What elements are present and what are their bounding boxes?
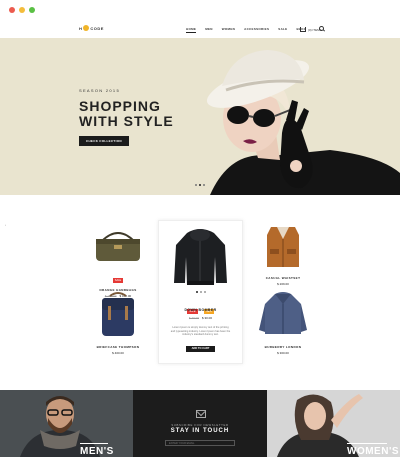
product-card-waistset[interactable]: CASUAL WAISTSET $ 209.00 bbox=[253, 223, 313, 286]
hero-banner: SEASON 2015 SHOPPING WITH STYLE CHECK CO… bbox=[0, 38, 400, 195]
divider bbox=[347, 443, 387, 444]
logo-text-left: H bbox=[79, 25, 83, 31]
minimize-window-button[interactable] bbox=[19, 7, 25, 13]
product-card-burberry[interactable]: BURBERRY LONDON $ 300.00 bbox=[253, 290, 313, 355]
carousel-dot[interactable] bbox=[200, 291, 202, 293]
newsletter-panel: SUBSCRIBE FOR NEWSLETTER STAY IN TOUCH E… bbox=[133, 390, 267, 457]
carousel-dot[interactable] bbox=[204, 291, 206, 293]
product-name[interactable]: CASUAL WAISTSET bbox=[253, 276, 313, 280]
womens-banner[interactable]: WOMEN'S bbox=[267, 390, 400, 457]
email-input[interactable]: ENTER YOUR EMAIL bbox=[165, 440, 235, 446]
newsletter-subtitle: SUBSCRIBE FOR NEWSLETTER bbox=[171, 423, 229, 427]
nav-item-men[interactable]: MEN bbox=[205, 27, 213, 33]
browser-window: H CODE HOME MEN WOMEN ACCESSORIES SALE B… bbox=[0, 0, 400, 457]
logo-text-right: CODE bbox=[90, 25, 104, 31]
search-icon[interactable] bbox=[319, 26, 324, 31]
envelope-icon bbox=[196, 410, 206, 418]
current-price: $ 30.00 bbox=[202, 316, 213, 320]
womens-label[interactable]: WOMEN'S bbox=[347, 446, 399, 457]
bottom-banners: MEN'S SUBSCRIBE FOR NEWSLETTER STAY IN T… bbox=[0, 390, 400, 457]
nav-item-home[interactable]: HOME bbox=[186, 27, 197, 33]
hero-headline-line-2: WITH STYLE bbox=[79, 113, 174, 129]
add-to-cart-button[interactable]: ADD TO CART bbox=[186, 346, 215, 352]
main-nav: HOME MEN WOMEN ACCESSORIES SALE BLOG bbox=[186, 27, 315, 33]
product-image-jacket bbox=[259, 292, 307, 334]
hero-season: SEASON 2015 bbox=[79, 88, 120, 93]
hero-slider-pager bbox=[195, 184, 205, 186]
slider-dot[interactable] bbox=[195, 184, 197, 186]
product-card-handbag[interactable]: SALE ORANGE HANDBAGS $ 150.00 $ 100.00 bbox=[88, 225, 148, 298]
product-image-backpack bbox=[102, 292, 134, 336]
site-logo[interactable]: H CODE bbox=[79, 25, 104, 31]
carousel-dot-active[interactable] bbox=[196, 291, 198, 293]
nav-item-women[interactable]: WOMEN bbox=[222, 27, 235, 33]
mens-label[interactable]: MEN'S bbox=[80, 446, 114, 457]
mens-banner[interactable]: MEN'S bbox=[0, 390, 133, 457]
shopping-bag-icon bbox=[300, 27, 306, 32]
featured-product-card[interactable]: SALE NEW DOWN BOMBER Lorem Ipsum is simp… bbox=[158, 220, 243, 364]
section-marker: • bbox=[5, 223, 7, 227]
hero-copy: SEASON 2015 SHOPPING WITH STYLE CHECK CO… bbox=[79, 88, 174, 147]
divider bbox=[80, 443, 108, 444]
slider-dot[interactable] bbox=[203, 184, 205, 186]
close-window-button[interactable] bbox=[9, 7, 15, 13]
products-section: • SALE ORANGE HANDBAGS $ 150.00$ 100.00 bbox=[0, 195, 400, 390]
product-name[interactable]: BURBERRY LONDON bbox=[253, 345, 313, 349]
maximize-window-button[interactable] bbox=[29, 7, 35, 13]
newsletter-title: STAY IN TOUCH bbox=[170, 428, 230, 434]
current-price: $ 400.00 bbox=[112, 351, 124, 355]
slider-dot-active[interactable] bbox=[199, 184, 201, 186]
featured-product-description: Lorem Ipsum is simply dummy text of the … bbox=[170, 326, 231, 337]
sale-badge: SALE bbox=[112, 278, 124, 283]
check-collection-button[interactable]: CHECK COLLECTION bbox=[79, 136, 129, 146]
product-image-vest bbox=[267, 227, 299, 267]
site-header: H CODE HOME MEN WOMEN ACCESSORIES SALE B… bbox=[0, 20, 400, 38]
featured-product-price: $ 40.00 $ 30.00 bbox=[159, 316, 242, 320]
product-card-briefcase[interactable]: BRIEFCASE THOMPSON $ 400.00 bbox=[88, 290, 148, 355]
window-titlebar bbox=[0, 0, 400, 20]
current-price: $ 300.00 bbox=[277, 351, 289, 355]
logo-circle-icon bbox=[83, 25, 90, 31]
product-image-bomber bbox=[174, 229, 227, 285]
hero-headline: SHOPPING WITH STYLE bbox=[79, 99, 174, 129]
hero-headline-line-1: SHOPPING bbox=[79, 98, 161, 114]
hero-model-image bbox=[206, 50, 400, 195]
nav-item-sale[interactable]: SALE bbox=[278, 27, 287, 33]
product-image-handbag bbox=[96, 232, 140, 261]
image-carousel-dots bbox=[196, 291, 206, 293]
product-name[interactable]: BRIEFCASE THOMPSON bbox=[88, 345, 148, 349]
featured-product-name[interactable]: DOWN BOMBER bbox=[159, 308, 242, 312]
nav-item-accessories[interactable]: ACCESSORIES bbox=[244, 27, 269, 33]
old-price: $ 40.00 bbox=[188, 316, 199, 320]
current-price: $ 209.00 bbox=[277, 282, 289, 286]
